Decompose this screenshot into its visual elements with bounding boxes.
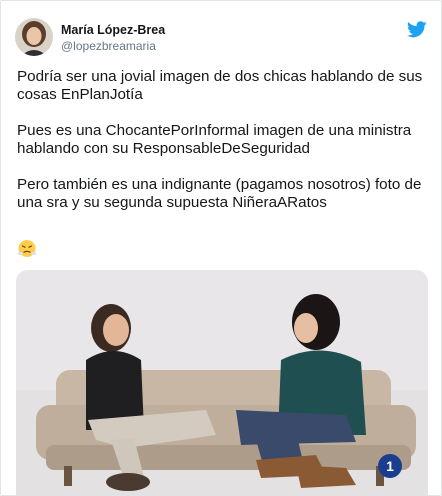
tweet-text: Podría ser una jovial imagen de dos chic… bbox=[17, 68, 427, 230]
tweet-paragraph: Podría ser una jovial imagen de dos chic… bbox=[17, 68, 423, 103]
tweet-card: María López-Brea @lopezbreamaria Podría … bbox=[0, 0, 442, 496]
face-with-steam-emoji bbox=[17, 238, 37, 258]
tweet-photo[interactable]: 1 bbox=[16, 270, 428, 495]
tweet-header: María López-Brea @lopezbreamaria bbox=[15, 18, 427, 58]
channel-badge: 1 bbox=[386, 458, 394, 474]
tweet-paragraph: Pues es una ChocantePorInformal imagen d… bbox=[17, 122, 412, 157]
author-display-name[interactable]: María López-Brea bbox=[61, 23, 165, 38]
twitter-bird-icon[interactable] bbox=[406, 21, 427, 38]
avatar[interactable] bbox=[15, 18, 53, 56]
tweet-paragraph: Pero también es una indignante (pagamos … bbox=[17, 176, 422, 211]
author-names: María López-Brea @lopezbreamaria bbox=[61, 23, 165, 54]
author-handle[interactable]: @lopezbreamaria bbox=[61, 39, 165, 54]
